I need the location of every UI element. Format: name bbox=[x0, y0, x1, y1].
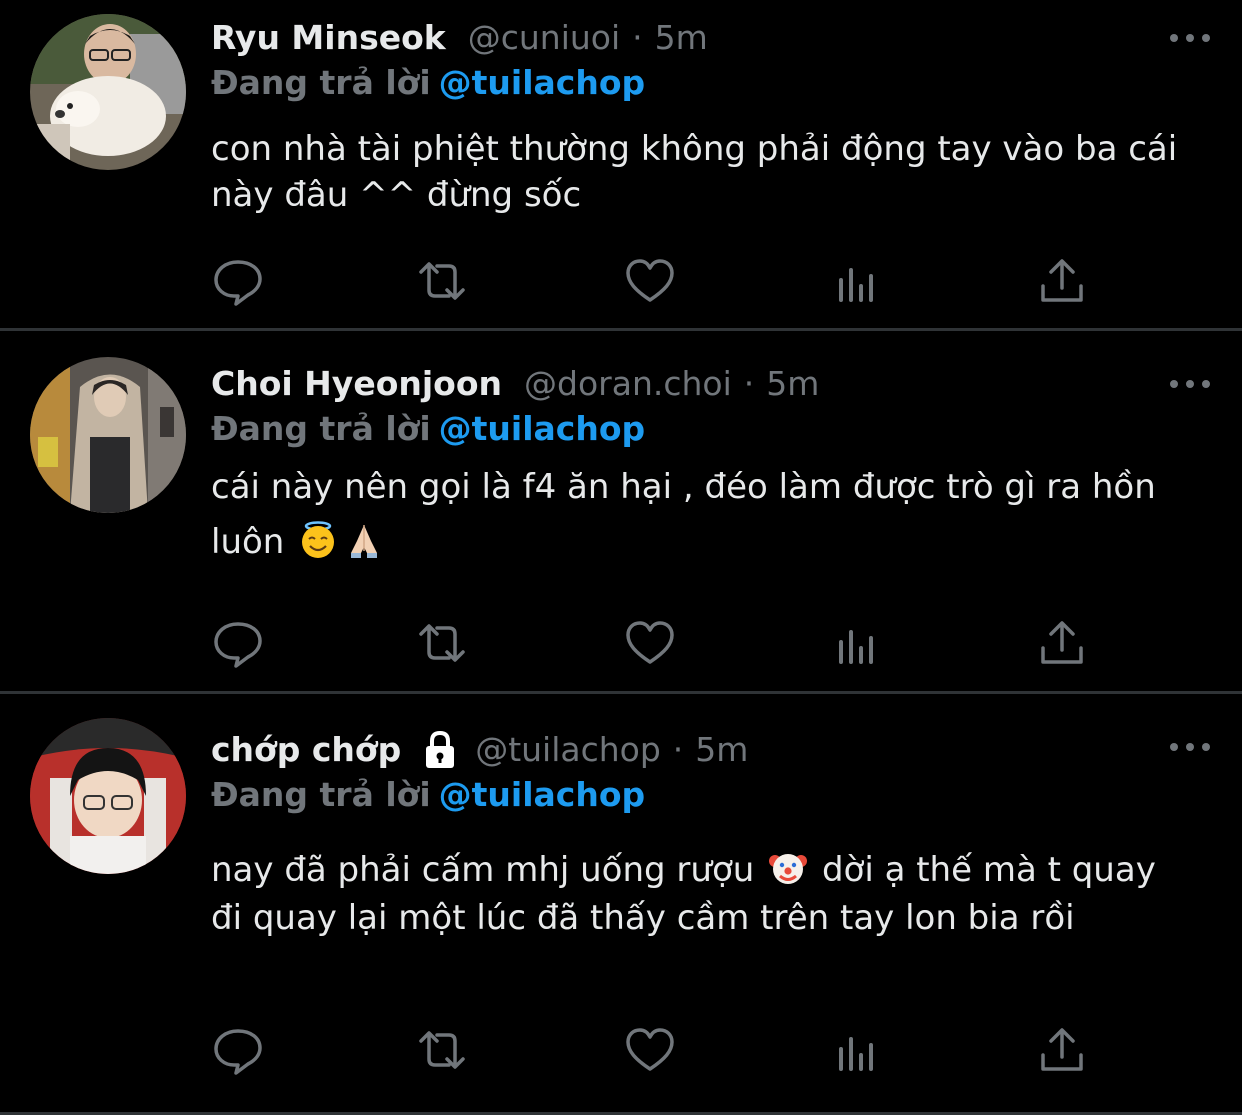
user-handle[interactable]: @tuilachop bbox=[475, 728, 661, 772]
share-icon[interactable] bbox=[1035, 618, 1089, 668]
reply-icon[interactable] bbox=[211, 1025, 265, 1075]
analytics-icon[interactable] bbox=[831, 1025, 885, 1075]
tweet[interactable]: chớp chớp @tuilachop · 5m Đang trả lời @t… bbox=[0, 694, 1242, 1115]
replying-to: Đang trả lời @tuilachop bbox=[211, 60, 1182, 106]
clown-face-emoji bbox=[769, 849, 808, 887]
analytics-icon[interactable] bbox=[831, 618, 885, 668]
action-bar bbox=[211, 618, 1091, 668]
tweet-content: chớp chớp @tuilachop · 5m Đang trả lời @t… bbox=[211, 728, 1182, 942]
tweet-header: chớp chớp @tuilachop · 5m bbox=[211, 728, 1182, 772]
replying-to: Đang trả lời @tuilachop bbox=[211, 772, 1182, 818]
tweet[interactable]: Ryu Minseok @cuniuoi · 5m Đang trả lời @t… bbox=[0, 0, 1242, 331]
action-bar bbox=[211, 256, 1091, 306]
tweet-header: Choi Hyeonjoon @doran.choi · 5m bbox=[211, 362, 1182, 406]
user-handle[interactable]: @cuniuoi bbox=[468, 16, 620, 60]
share-icon[interactable] bbox=[1035, 256, 1089, 306]
display-name[interactable]: Choi Hyeonjoon bbox=[211, 362, 502, 406]
user-handle[interactable]: @doran.choi bbox=[524, 362, 732, 406]
tweet-text-part: nay đã phải cấm mhj uống rượu bbox=[211, 850, 755, 890]
tweet[interactable]: Choi Hyeonjoon @doran.choi · 5m Đang trả… bbox=[0, 331, 1242, 694]
display-name[interactable]: chớp chớp bbox=[211, 728, 401, 772]
reply-icon[interactable] bbox=[211, 618, 265, 668]
analytics-icon[interactable] bbox=[831, 256, 885, 306]
separator: · bbox=[632, 18, 643, 57]
tweet-text: nay đã phải cấm mhj uống rượu dời ạ thế … bbox=[211, 846, 1182, 942]
retweet-icon[interactable] bbox=[415, 256, 469, 306]
share-icon[interactable] bbox=[1035, 1025, 1089, 1075]
tweet-content: Ryu Minseok @cuniuoi · 5m Đang trả lời @t… bbox=[211, 16, 1182, 218]
avatar[interactable] bbox=[30, 14, 186, 170]
replying-to: Đang trả lời @tuilachop bbox=[211, 406, 1182, 452]
tweet-text-part: con nhà tài phiệt thường không phải động… bbox=[211, 129, 1178, 215]
tweet-text: con nhà tài phiệt thường không phải động… bbox=[211, 126, 1182, 218]
reply-icon[interactable] bbox=[211, 256, 265, 306]
smiling-face-with-halo-emoji bbox=[299, 521, 337, 559]
like-icon[interactable] bbox=[623, 618, 677, 668]
replying-to-label: Đang trả lời bbox=[211, 775, 431, 814]
avatar[interactable] bbox=[30, 357, 186, 513]
separator: · bbox=[743, 364, 755, 403]
avatar[interactable] bbox=[30, 718, 186, 874]
mention-link[interactable]: @tuilachop bbox=[439, 63, 646, 102]
timestamp[interactable]: 5m bbox=[766, 362, 819, 406]
lock-icon bbox=[421, 730, 459, 770]
like-icon[interactable] bbox=[623, 1025, 677, 1075]
display-name[interactable]: Ryu Minseok bbox=[211, 16, 446, 60]
tweet-header: Ryu Minseok @cuniuoi · 5m bbox=[211, 16, 1182, 60]
mention-link[interactable]: @tuilachop bbox=[439, 775, 646, 814]
retweet-icon[interactable] bbox=[415, 1025, 469, 1075]
timestamp[interactable]: 5m bbox=[655, 16, 708, 60]
action-bar bbox=[211, 1025, 1091, 1075]
tweet-content: Choi Hyeonjoon @doran.choi · 5m Đang trả… bbox=[211, 362, 1182, 570]
separator: · bbox=[672, 730, 684, 769]
like-icon[interactable] bbox=[623, 256, 677, 306]
folded-hands-emoji bbox=[345, 521, 383, 559]
replying-to-label: Đang trả lời bbox=[211, 63, 431, 102]
timestamp[interactable]: 5m bbox=[695, 728, 748, 772]
replying-to-label: Đang trả lời bbox=[211, 409, 431, 448]
mention-link[interactable]: @tuilachop bbox=[439, 409, 646, 448]
tweet-text: cái này nên gọi là f4 ăn hại , đéo làm đ… bbox=[211, 460, 1182, 570]
retweet-icon[interactable] bbox=[415, 618, 469, 668]
